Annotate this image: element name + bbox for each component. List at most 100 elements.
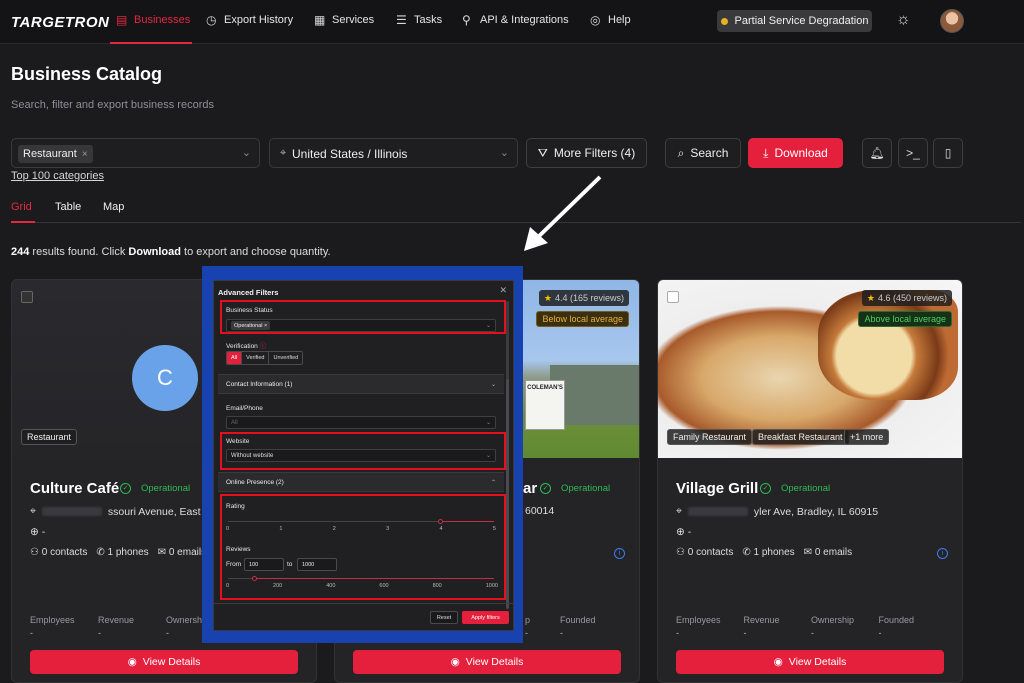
address-row: 60014 (525, 505, 554, 517)
meta-ownership: p- (525, 615, 531, 638)
user-icon: ⚇ (30, 547, 39, 558)
verification-unverified[interactable]: Unverified (269, 352, 302, 364)
category-select[interactable]: Restaurant × ⌄ (11, 138, 260, 168)
highlight-website (220, 432, 506, 470)
verification-verified[interactable]: Verified (242, 352, 270, 364)
view-details-button[interactable]: ◉ View Details (676, 650, 944, 674)
document-button[interactable]: ▯ (933, 138, 963, 168)
emails-count: ✉ 0 emails (157, 547, 207, 558)
email-phone-label: Email/Phone (226, 405, 263, 412)
view-details-label: View Details (142, 656, 201, 668)
search-button[interactable]: ⌕ Search (665, 138, 741, 168)
status-badge: ✓ Operational (120, 483, 190, 494)
results-summary: 244 results found. Click Download to exp… (11, 246, 331, 258)
location-value: United States / Illinois (292, 147, 408, 161)
more-tags[interactable]: +1 more (844, 429, 890, 445)
view-details-button[interactable]: ◉ View Details (30, 650, 298, 674)
notifications-button[interactable]: 🔔︎ (862, 138, 892, 168)
download-button[interactable]: ⤓ Download (748, 138, 843, 168)
business-meta: p- Founded - (525, 615, 639, 638)
apply-filters-button[interactable]: Apply filters (462, 611, 509, 624)
highlight-online-presence (220, 494, 506, 600)
nav-label: Services (332, 14, 375, 26)
category-chip[interactable]: Restaurant × (18, 145, 93, 163)
tab-map[interactable]: Map (103, 201, 124, 213)
rating-badge: ★ 4.6 (450 reviews) (861, 290, 952, 306)
tab-table[interactable]: Table (55, 201, 81, 213)
business-avatar: C (132, 345, 198, 411)
top-categories-link[interactable]: Top 100 categories (11, 170, 104, 182)
contact-information-accordion[interactable]: Contact Information (1) ⌄ (218, 374, 504, 394)
address-text: yler Ave, Bradley, IL 60915 (753, 505, 879, 518)
meta-revenue: Revenue - (98, 615, 135, 638)
search-label: Search (690, 146, 729, 160)
modal-title: Advanced Filters (218, 288, 279, 297)
business-name[interactable]: Culture Café (30, 480, 119, 497)
chevron-down-icon: ⌄ (485, 420, 491, 426)
star-icon: ★ (866, 292, 875, 303)
close-icon[interactable]: ✕ (499, 285, 507, 296)
star-icon: ★ (543, 292, 552, 303)
chevron-down-icon: ⌄ (499, 147, 509, 159)
view-details-label: View Details (788, 656, 847, 668)
nav-export-history[interactable]: ◷ Export History (206, 14, 293, 26)
meta-ownership: Ownership - (811, 615, 855, 638)
plug-icon: ⚲ (462, 13, 471, 27)
chip-remove-icon[interactable]: × (82, 149, 88, 160)
local-average-badge: Below local average (536, 311, 629, 327)
business-card[interactable]: ★ 4.6 (450 reviews) Above local average F… (657, 279, 963, 683)
chevron-down-icon: ⌄ (241, 147, 251, 159)
info-icon: ⓘ (259, 343, 267, 350)
online-presence-accordion[interactable]: Online Presence (2) ⌃ (218, 472, 504, 492)
tab-grid[interactable]: Grid (11, 201, 32, 213)
phones-count: ✆ 1 phones (96, 547, 149, 558)
verification-all[interactable]: All (227, 352, 243, 364)
app-logo[interactable]: TARGETRON (11, 14, 109, 31)
redacted-text (687, 507, 748, 516)
grid-icon: ▦ (314, 13, 326, 27)
emails-count: ✉ 0 emails (803, 547, 853, 558)
check-circle-icon: ✓ (540, 483, 551, 494)
location-pin-icon: ⌖ (280, 147, 287, 159)
info-icon[interactable]: i (614, 548, 625, 559)
location-pin-icon: ⌖ (676, 505, 682, 517)
select-checkbox[interactable] (21, 291, 33, 303)
status-text: Operational (141, 483, 191, 494)
nav-tasks[interactable]: ☰ Tasks (396, 14, 442, 26)
check-circle-icon: ✓ (760, 483, 771, 494)
service-status-badge[interactable]: Partial Service Degradation (717, 10, 872, 32)
view-details-button[interactable]: ◉ View Details (353, 650, 621, 674)
chip-label: Restaurant (23, 148, 77, 160)
website-text: - (41, 526, 46, 538)
document-icon: ▯ (944, 146, 952, 160)
clock-icon: ◷ (206, 13, 217, 27)
modal-scrollbar[interactable] (506, 301, 509, 609)
building-icon: ▤ (116, 13, 128, 27)
nav-help[interactable]: ◎ Help (590, 14, 631, 26)
email-phone-select[interactable]: All ⌄ (226, 416, 496, 429)
user-avatar[interactable] (940, 9, 964, 33)
nav-businesses[interactable]: ▤ Businesses (116, 14, 190, 26)
info-icon[interactable]: i (937, 548, 948, 559)
business-name-partial[interactable]: ar (523, 480, 537, 497)
business-name[interactable]: Village Grill (676, 480, 758, 497)
chevron-down-icon: ⌄ (490, 382, 496, 388)
bell-icon: 🔔︎ (869, 146, 885, 160)
sandwich-shape (818, 290, 958, 400)
more-filters-button[interactable]: ⛛ More Filters (4) (526, 138, 647, 168)
status-badge: ✓ Operational (540, 483, 610, 494)
mail-icon: ✉ (803, 547, 813, 558)
eye-icon: ◉ (450, 656, 460, 668)
results-download-word: Download (128, 246, 181, 258)
help-icon: ◎ (590, 13, 601, 27)
terminal-button[interactable]: >_ (898, 138, 928, 168)
reset-button[interactable]: Reset (430, 611, 458, 624)
download-label: Download (774, 146, 828, 160)
theme-toggle-sun-icon[interactable]: ☼ (896, 11, 911, 29)
location-select[interactable]: ⌖ United States / Illinois ⌄ (269, 138, 518, 168)
nav-services[interactable]: ▦ Services (314, 14, 374, 26)
select-checkbox[interactable] (667, 291, 679, 303)
nav-api-integrations[interactable]: ⚲ API & Integrations (462, 14, 569, 26)
results-text-post: to export and choose quantity. (180, 246, 331, 258)
results-text-pre: results found. Click (29, 246, 129, 258)
